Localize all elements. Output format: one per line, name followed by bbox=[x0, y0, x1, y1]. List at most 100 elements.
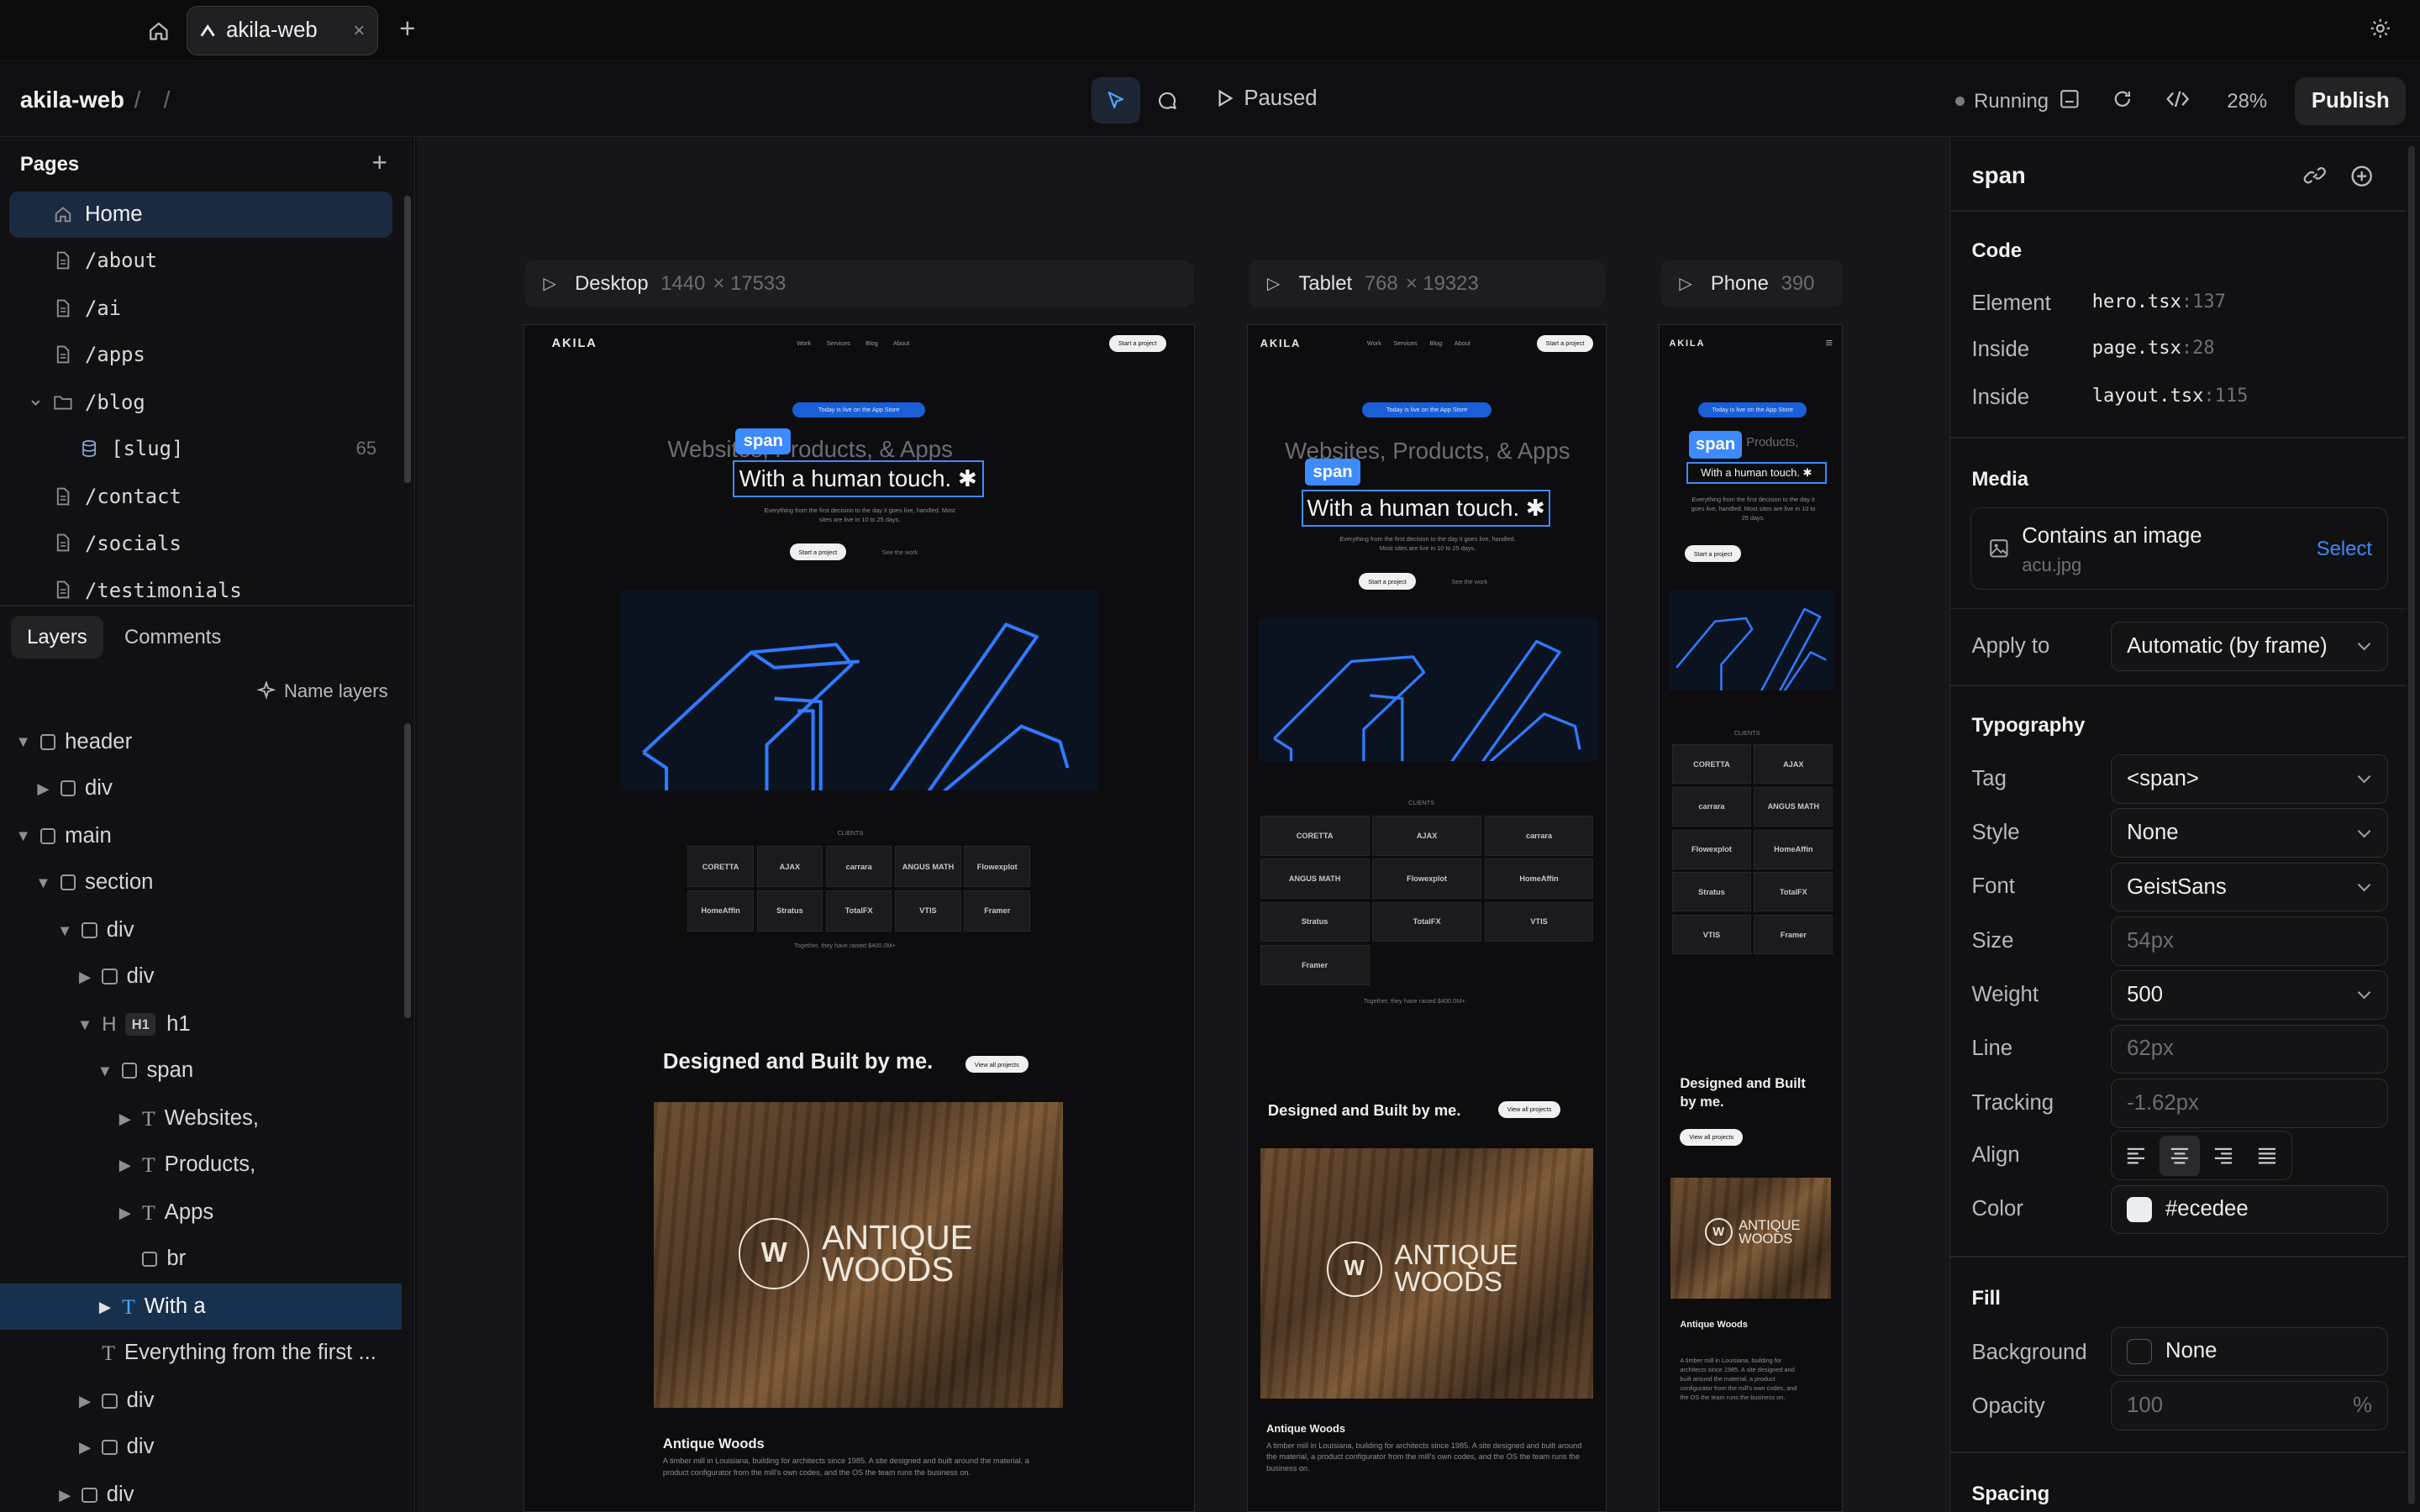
layer-header[interactable]: ▼ header bbox=[13, 719, 132, 765]
tag-select[interactable]: <span> bbox=[2110, 754, 2389, 804]
chevron-down-icon[interactable]: ▼ bbox=[13, 827, 34, 845]
layer-span[interactable]: ▼ span bbox=[94, 1047, 193, 1094]
align-left-icon[interactable] bbox=[2116, 1136, 2156, 1176]
chevron-down-icon[interactable]: ▼ bbox=[13, 732, 34, 751]
nav-link[interactable]: About bbox=[893, 339, 909, 347]
play-icon[interactable]: ▷ bbox=[544, 273, 557, 294]
chevron-right-icon[interactable]: ▶ bbox=[54, 1486, 76, 1504]
layer-h1[interactable]: ▼ H H1 h1 bbox=[74, 1001, 191, 1047]
color-swatch[interactable] bbox=[2127, 1197, 2152, 1222]
frame-header-desktop[interactable]: ▷ Desktop 1440 × 17533 bbox=[524, 260, 1193, 307]
nav-link[interactable]: Blog bbox=[865, 339, 878, 347]
select-tool-icon[interactable] bbox=[1091, 76, 1141, 123]
layer-div[interactable]: ▼ div bbox=[54, 907, 134, 953]
nav-link[interactable]: Services bbox=[827, 339, 850, 347]
layer-br[interactable]: br bbox=[114, 1236, 186, 1282]
new-tab-button[interactable]: + bbox=[392, 13, 424, 45]
chevron-right-icon[interactable]: ▶ bbox=[94, 1298, 116, 1316]
page-apps[interactable]: /apps bbox=[9, 332, 392, 378]
layer-text-products[interactable]: ▶ T Products, bbox=[114, 1142, 256, 1188]
site-cta-button[interactable]: Start a project bbox=[1108, 334, 1166, 352]
view-all-button[interactable]: View all projects bbox=[965, 1056, 1028, 1074]
layer-main[interactable]: ▼ main bbox=[13, 813, 111, 859]
menu-icon[interactable]: ≡ bbox=[1825, 337, 1833, 350]
align-right-icon[interactable] bbox=[2203, 1136, 2244, 1176]
zoom-level[interactable]: 28% bbox=[2227, 90, 2267, 113]
style-select[interactable]: None bbox=[2110, 808, 2389, 858]
nav-link[interactable]: Work bbox=[1367, 339, 1381, 347]
design-canvas[interactable]: ▷ Desktop 1440 × 17533 ▷ Tablet 768 × 19… bbox=[416, 137, 1949, 1512]
layer-text-apps[interactable]: ▶ T Apps bbox=[114, 1189, 214, 1236]
inspector-scrollbar[interactable] bbox=[2408, 146, 2415, 1504]
chevron-right-icon[interactable]: ▶ bbox=[74, 968, 96, 986]
frame-phone[interactable]: AKILA ≡ Today is live on the App Store s… bbox=[1659, 323, 1843, 1512]
chevron-right-icon[interactable]: ▶ bbox=[74, 1438, 96, 1457]
tracking-input[interactable]: -1.62px bbox=[2110, 1078, 2389, 1128]
start-project-button[interactable]: Start a project bbox=[789, 543, 847, 561]
line-height-input[interactable]: 62px bbox=[2110, 1024, 2389, 1074]
site-cta-button[interactable]: Start a project bbox=[1536, 334, 1594, 352]
opacity-input[interactable]: 100 % bbox=[2110, 1380, 2389, 1431]
layer-section[interactable]: ▼ section bbox=[33, 859, 153, 906]
layer-div[interactable]: ▶ div bbox=[54, 1472, 134, 1512]
selected-element[interactable]: With a human touch. ✱ bbox=[1302, 490, 1551, 528]
font-select[interactable]: GeistSans bbox=[2110, 862, 2389, 912]
nav-link[interactable]: Services bbox=[1394, 339, 1418, 347]
layer-div[interactable]: ▶ div bbox=[74, 1378, 155, 1424]
color-input[interactable]: #ecedee bbox=[2110, 1184, 2389, 1235]
background-input[interactable]: None bbox=[2110, 1326, 2389, 1377]
add-comment-icon[interactable] bbox=[2349, 164, 2374, 195]
layer-div[interactable]: ▶ div bbox=[74, 1424, 155, 1470]
name-layers-button[interactable]: Name layers bbox=[256, 680, 388, 702]
chevron-right-icon[interactable]: ▶ bbox=[114, 1156, 136, 1174]
layer-div[interactable]: ▶ div bbox=[74, 953, 155, 1000]
publish-button[interactable]: Publish bbox=[2295, 76, 2407, 125]
chevron-right-icon[interactable]: ▶ bbox=[74, 1392, 96, 1410]
code-row-link[interactable]: page.tsx:28 bbox=[2092, 338, 2215, 359]
page-blog-slug[interactable]: [slug] 65 bbox=[9, 426, 392, 472]
align-justify-icon[interactable] bbox=[2247, 1136, 2287, 1176]
tab-layers[interactable]: Layers bbox=[10, 615, 104, 659]
code-row-link[interactable]: hero.tsx:137 bbox=[2092, 291, 2226, 312]
close-tab-icon[interactable]: × bbox=[353, 19, 365, 43]
align-center-icon[interactable] bbox=[2160, 1135, 2201, 1176]
chevron-down-icon[interactable]: ▼ bbox=[33, 874, 55, 892]
play-icon[interactable]: ▷ bbox=[1267, 273, 1281, 294]
nav-link[interactable]: Blog bbox=[1429, 339, 1442, 347]
layer-text-websites[interactable]: ▶ T Websites, bbox=[114, 1095, 259, 1142]
media-select-button[interactable]: Select bbox=[2317, 538, 2372, 561]
nav-link[interactable]: Work bbox=[797, 339, 811, 347]
selected-element[interactable]: With a human touch. ✱ bbox=[732, 460, 984, 498]
size-input[interactable]: 54px bbox=[2110, 916, 2389, 966]
paused-toggle[interactable]: Paused bbox=[1216, 87, 1318, 111]
page-about[interactable]: /about bbox=[9, 238, 392, 284]
gear-icon[interactable] bbox=[2369, 17, 2392, 47]
tab-comments[interactable]: Comments bbox=[108, 616, 238, 659]
selected-element[interactable]: With a human touch. ✱ bbox=[1686, 462, 1827, 484]
see-work-link[interactable]: See the work bbox=[1451, 578, 1487, 585]
chevron-right-icon[interactable]: ▶ bbox=[33, 780, 55, 798]
background-swatch[interactable] bbox=[2127, 1339, 2152, 1364]
page-socials[interactable]: /socials bbox=[9, 520, 392, 566]
layer-text-everything[interactable]: T Everything from the first ... bbox=[74, 1330, 376, 1376]
comment-tool-icon[interactable] bbox=[1142, 77, 1192, 123]
page-testimonials[interactable]: /testimonials bbox=[9, 568, 392, 605]
layers-scrollbar[interactable] bbox=[404, 723, 411, 1019]
refresh-icon[interactable] bbox=[2112, 88, 2133, 117]
frame-tablet[interactable]: AKILA Work Services Blog About Start a p… bbox=[1247, 323, 1607, 1512]
code-row-link[interactable]: layout.tsx:115 bbox=[2092, 386, 2249, 407]
frame-header-tablet[interactable]: ▷ Tablet 768 × 19323 bbox=[1248, 260, 1606, 307]
frame-header-phone[interactable]: ▷ Phone 390 bbox=[1660, 260, 1843, 307]
code-icon[interactable] bbox=[2165, 88, 2190, 117]
see-work-link[interactable]: See the work bbox=[882, 549, 918, 556]
apply-to-select[interactable]: Automatic (by frame) bbox=[2110, 622, 2389, 671]
weight-select[interactable]: 500 bbox=[2110, 970, 2389, 1021]
chevron-right-icon[interactable]: ▶ bbox=[114, 1110, 136, 1128]
pages-scrollbar[interactable] bbox=[404, 196, 411, 483]
page-home[interactable]: Home bbox=[9, 191, 392, 238]
add-page-button[interactable]: + bbox=[372, 148, 387, 178]
frame-desktop[interactable]: AKILA Work Services Blog About Start a p… bbox=[523, 323, 1195, 1512]
page-contact[interactable]: /contact bbox=[9, 474, 392, 520]
view-all-button[interactable]: View all projects bbox=[1497, 1100, 1561, 1118]
tab-akila-web[interactable]: akila-web × bbox=[187, 6, 378, 56]
